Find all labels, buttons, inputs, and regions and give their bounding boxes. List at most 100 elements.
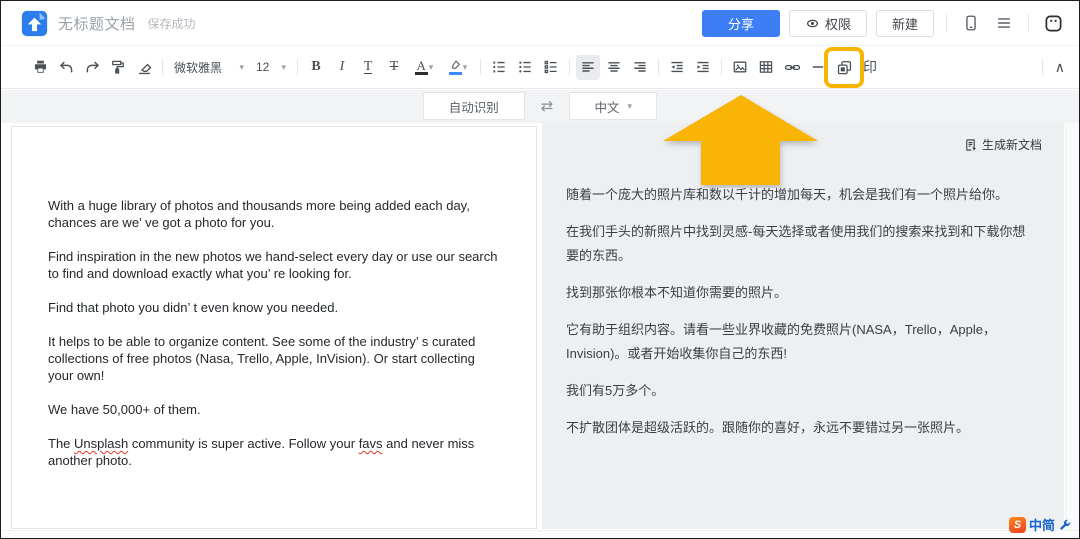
highlighter-icon bbox=[451, 59, 460, 69]
source-language-select[interactable]: 自动识别 bbox=[422, 92, 525, 120]
save-status: 保存成功 bbox=[147, 16, 196, 31]
translated-paragraph: 不扩散团体是超级活跃的。跟随你的喜好，永远不要错过另一张照片。 bbox=[566, 420, 970, 435]
stamp-button[interactable]: 印 bbox=[858, 55, 882, 80]
horizontal-scrollbar[interactable] bbox=[1, 530, 1079, 538]
permission-button[interactable]: 权限 bbox=[788, 9, 867, 37]
new-document-button[interactable]: 新建 bbox=[875, 9, 934, 37]
align-right-button[interactable] bbox=[628, 55, 652, 80]
doc-paragraph[interactable]: The Unsplash community is super active. … bbox=[48, 435, 503, 469]
target-language-value: 中文 bbox=[594, 100, 620, 115]
doc-paragraph[interactable]: We have 50,000+ of them. bbox=[48, 401, 503, 418]
separator bbox=[658, 59, 659, 75]
wrench-icon bbox=[1059, 519, 1071, 530]
eye-icon bbox=[805, 16, 820, 31]
chevron-down-icon: ▾ bbox=[627, 100, 633, 111]
translated-paragraph: 它有助于组织内容。请看一些业界收藏的免费照片(NASA，Trello，Apple… bbox=[566, 322, 997, 361]
topbar: 无标题文档 保存成功 分享 权限 新建 bbox=[1, 1, 1079, 46]
align-center-button[interactable] bbox=[602, 55, 626, 80]
toolbar-collapse: ∧ bbox=[1037, 59, 1065, 76]
workspace-icon[interactable] bbox=[1041, 11, 1065, 35]
translated-paragraph: 找到那张你根本不知道你需要的照片。 bbox=[566, 285, 788, 300]
font-size-select[interactable]: 12 ▾ bbox=[250, 55, 292, 80]
separator bbox=[946, 14, 947, 32]
translated-document-panel: 生成新文档 随着一个庞大的照片库和数以千计的增加每天，机会是我们有一个照片给你。… bbox=[542, 123, 1064, 529]
indent-icon[interactable] bbox=[691, 55, 715, 80]
strikethrough-button[interactable]: T bbox=[382, 55, 406, 80]
font-size-value: 12 bbox=[256, 60, 270, 74]
separator bbox=[297, 59, 298, 75]
doc-paragraph[interactable]: Find inspiration in the new photos we ha… bbox=[48, 248, 503, 282]
watermark-badge: S bbox=[1008, 516, 1026, 533]
highlight-color-button[interactable]: ▾ bbox=[442, 55, 474, 80]
watermark-text: 中简 bbox=[1028, 518, 1055, 533]
generate-new-document-link[interactable]: 生成新文档 bbox=[964, 136, 1042, 153]
separator bbox=[721, 59, 722, 75]
collapse-toolbar-icon[interactable]: ∧ bbox=[1055, 59, 1065, 76]
insert-image-icon[interactable] bbox=[728, 55, 752, 80]
translated-paragraph: 我们有5万多个。 bbox=[566, 383, 665, 398]
print-icon[interactable] bbox=[28, 55, 52, 80]
clear-format-icon[interactable] bbox=[132, 55, 156, 80]
translated-paragraph: 在我们手头的新照片中找到灵感-每天选择或者使用我们的搜索来找到和下载你想要的东西… bbox=[566, 224, 1026, 263]
watermark: S 中简 bbox=[1008, 515, 1072, 534]
insert-table-icon[interactable] bbox=[754, 55, 778, 80]
misspelled-word: favs bbox=[358, 436, 383, 451]
doc-paragraph[interactable]: With a huge library of photos and thousa… bbox=[48, 197, 503, 231]
swap-languages-icon[interactable]: ⇄ bbox=[541, 97, 554, 115]
separator bbox=[569, 59, 570, 75]
undo-icon[interactable] bbox=[54, 55, 78, 80]
align-left-button[interactable] bbox=[576, 54, 600, 80]
toolbar: 微软雅黑 ▾ 12 ▾ B I T T A ▾ ▾ 印 ∧ bbox=[1, 46, 1079, 89]
font-family-value: 微软雅黑 bbox=[174, 60, 223, 75]
bold-button[interactable]: B bbox=[304, 55, 328, 80]
underline-button[interactable]: T bbox=[356, 55, 380, 80]
vertical-scrollbar[interactable] bbox=[1065, 123, 1079, 530]
underline-glyph: T bbox=[363, 59, 373, 74]
generate-new-document-label: 生成新文档 bbox=[981, 138, 1042, 152]
chinese-paragraphs: 随着一个庞大的照片库和数以千计的增加每天，机会是我们有一个照片给你。在我们手头的… bbox=[542, 153, 1064, 440]
chevron-down-icon: ▾ bbox=[281, 61, 286, 72]
chevron-down-icon: ▾ bbox=[462, 61, 468, 72]
separator bbox=[162, 59, 163, 75]
app-logo-icon[interactable] bbox=[21, 10, 48, 37]
ordered-list-icon[interactable] bbox=[487, 55, 511, 80]
translate-button[interactable] bbox=[824, 46, 864, 88]
target-language-select[interactable]: 中文 ▾ bbox=[569, 92, 658, 120]
misspelled-word: Unsplash bbox=[74, 436, 129, 451]
highlight-color-swatch bbox=[448, 71, 462, 75]
bullet-list-icon[interactable] bbox=[513, 55, 537, 80]
topbar-actions: 分享 权限 新建 bbox=[701, 9, 1065, 37]
horizontal-rule-icon[interactable] bbox=[806, 55, 830, 80]
strikethrough-glyph: T bbox=[389, 59, 399, 74]
document-title[interactable]: 无标题文档 bbox=[58, 13, 136, 34]
checklist-icon[interactable] bbox=[539, 55, 563, 80]
translate-strip: 自动识别 ⇄ 中文 ▾ bbox=[1, 90, 1079, 123]
outdent-icon[interactable] bbox=[665, 55, 689, 80]
doc-paragraph[interactable]: Find that photo you didn’ t even know yo… bbox=[48, 299, 503, 316]
separator bbox=[1041, 59, 1043, 75]
mobile-phone-icon[interactable] bbox=[959, 11, 983, 35]
font-color-glyph: A bbox=[416, 57, 426, 73]
stamp-label: 印 bbox=[863, 59, 877, 75]
chevron-down-icon: ▾ bbox=[239, 61, 244, 72]
italic-button[interactable]: I bbox=[330, 55, 354, 80]
separator bbox=[1028, 14, 1029, 32]
app-window: 无标题文档 保存成功 分享 权限 新建 微软雅黑 ▾ 12 ▾ B I T T … bbox=[0, 0, 1080, 539]
font-color-button[interactable]: A ▾ bbox=[408, 55, 440, 80]
menu-icon[interactable] bbox=[992, 11, 1016, 35]
font-family-select[interactable]: 微软雅黑 ▾ bbox=[168, 55, 250, 80]
separator bbox=[480, 59, 481, 75]
source-document-panel[interactable]: With a huge library of photos and thousa… bbox=[11, 126, 537, 529]
font-color-swatch bbox=[414, 71, 428, 75]
new-document-icon bbox=[966, 138, 976, 151]
doc-paragraph[interactable]: It helps to be able to organize content.… bbox=[48, 333, 503, 384]
format-painter-icon[interactable] bbox=[106, 55, 130, 80]
insert-link-icon[interactable] bbox=[780, 55, 804, 80]
share-button[interactable]: 分享 bbox=[701, 9, 780, 37]
translate-icon bbox=[837, 60, 851, 74]
english-paragraphs: With a huge library of photos and thousa… bbox=[12, 127, 536, 506]
translate-controls: 自动识别 ⇄ 中文 ▾ bbox=[1, 92, 1079, 120]
permission-label: 权限 bbox=[824, 16, 851, 32]
redo-icon[interactable] bbox=[80, 55, 104, 80]
translated-paragraph: 随着一个庞大的照片库和数以千计的增加每天，机会是我们有一个照片给你。 bbox=[566, 187, 1009, 202]
